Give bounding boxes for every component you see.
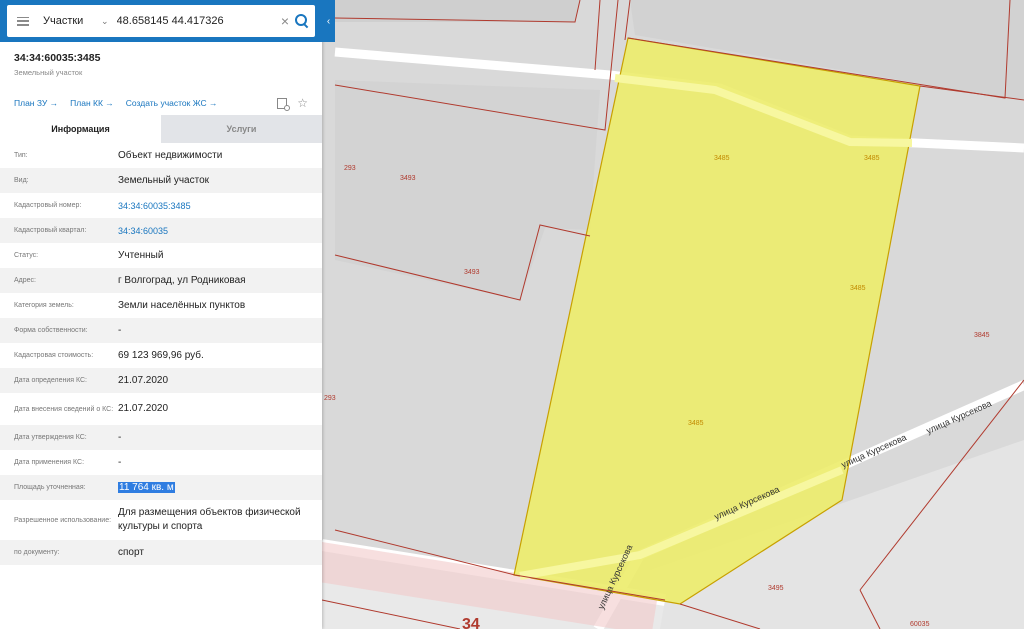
search-icon[interactable]	[295, 14, 309, 29]
row-label: Площадь уточненная:	[14, 484, 86, 491]
parcel-label: 3485	[688, 420, 704, 427]
table-row: Разрешенное использование: Для размещени…	[0, 500, 322, 540]
object-header: 34:34:60035:3485 Земельный участок	[0, 42, 322, 77]
tab-services[interactable]: Услуги	[161, 115, 322, 143]
parcel-label: 3485	[864, 155, 880, 162]
tab-info[interactable]: Информация	[0, 115, 161, 143]
collapse-panel-button[interactable]: ‹	[322, 0, 335, 42]
parcel-label: 3493	[464, 269, 480, 276]
table-row: Кадастровая стоимость: 69 123 969,96 руб…	[0, 343, 322, 368]
row-label: Дата утверждения КС:	[14, 434, 87, 441]
row-label: Кадастровый квартал:	[14, 227, 87, 234]
parcel-label: 34	[462, 616, 480, 629]
parcel-label: 293	[344, 165, 356, 172]
parcel-label: 293	[324, 395, 336, 402]
search-input[interactable]	[116, 15, 277, 27]
parcel-label: 3485	[714, 155, 730, 162]
action-links: План ЗУ → План КК → Создать участок ЖС →…	[0, 77, 322, 111]
menu-icon[interactable]	[17, 16, 29, 26]
row-value: -	[118, 456, 122, 468]
object-number: 34:34:60035:3485	[14, 52, 101, 64]
table-row: по документу: спорт	[0, 540, 322, 565]
row-label: Категория земель:	[14, 302, 74, 309]
table-row: Кадастровый номер: 34:34:60035:3485	[0, 193, 322, 218]
plan-zu-link[interactable]: План ЗУ →	[14, 98, 58, 108]
cadastral-quarter-link[interactable]: 34:34:60035	[118, 224, 310, 238]
row-label: Статус:	[14, 252, 39, 259]
row-label: Кадастровая стоимость:	[14, 352, 94, 359]
table-row: Вид: Земельный участок	[0, 168, 322, 193]
selected-text: 11 764 кв. м	[118, 481, 175, 493]
table-row: Кадастровый квартал: 34:34:60035	[0, 218, 322, 243]
info-panel: Участки ⌄ × 34:34:60035:3485 Земельный у…	[0, 0, 322, 629]
row-label: Форма собственности:	[14, 327, 88, 334]
row-value: Учтенный	[118, 249, 164, 261]
create-zs-link[interactable]: Создать участок ЖС →	[126, 98, 218, 108]
plan-kk-link[interactable]: План КК →	[70, 98, 114, 108]
table-row: Адрес: г Волгоград, ул Родниковая	[0, 268, 322, 293]
row-label: Кадастровый номер:	[14, 202, 82, 209]
clear-icon[interactable]: ×	[281, 13, 289, 29]
parcel-label: 3495	[768, 585, 784, 592]
star-icon[interactable]: ☆	[297, 97, 308, 109]
object-type: Земельный участок	[14, 68, 83, 77]
row-value: 21.07.2020	[118, 403, 169, 414]
row-label: Адрес:	[14, 277, 36, 284]
search-mode-select[interactable]: Участки	[43, 15, 101, 27]
row-value: Объект недвижимости	[118, 149, 223, 161]
row-value: 69 123 969,96 руб.	[118, 349, 204, 361]
parcel-label: 60035	[910, 621, 930, 628]
table-row: Дата внесения сведений о КС: 21.07.2020	[0, 393, 322, 425]
row-label: Дата применения КС:	[14, 459, 85, 466]
table-row: Дата применения КС: -	[0, 450, 322, 475]
search-bar: Участки ⌄ ×	[0, 0, 322, 42]
zoom-to-object-icon[interactable]	[277, 97, 291, 111]
row-value: 11 764 кв. м	[118, 481, 310, 495]
chevron-down-icon[interactable]: ⌄	[101, 16, 109, 27]
table-row: Тип: Объект недвижимости	[0, 143, 322, 168]
parcel-label: 3845	[974, 332, 990, 339]
table-row: Дата определения КС: 21.07.2020	[0, 368, 322, 393]
row-value: -	[118, 431, 122, 443]
cadastral-number-link[interactable]: 34:34:60035:3485	[118, 199, 310, 213]
table-row: Статус: Учтенный	[0, 243, 322, 268]
row-value: Земельный участок	[118, 174, 210, 186]
table-row: Категория земель: Земли населённых пункт…	[0, 293, 322, 318]
attribute-table: Тип: Объект недвижимости Вид: Земельный …	[0, 143, 322, 565]
row-label: Тип:	[14, 152, 28, 159]
table-row: Форма собственности: -	[0, 318, 322, 343]
table-row: Дата утверждения КС: -	[0, 425, 322, 450]
row-value: Земли населённых пунктов	[118, 299, 246, 311]
row-value: -	[118, 324, 122, 336]
row-value: спорт	[118, 546, 144, 558]
search-box: Участки ⌄ ×	[7, 5, 315, 37]
tabs: Информация Услуги	[0, 115, 322, 143]
row-value: 21.07.2020	[118, 374, 169, 386]
row-label: Дата определения КС:	[14, 377, 87, 384]
row-value: г Волгоград, ул Родниковая	[118, 274, 246, 286]
parcel-label: 3485	[850, 285, 866, 292]
row-value: Для размещения объектов физической культ…	[118, 507, 301, 532]
table-row: Площадь уточненная: 11 764 кв. м	[0, 475, 322, 500]
row-label: Разрешенное использование:	[14, 516, 112, 524]
row-label: Вид:	[14, 177, 29, 184]
parcel-label: 3493	[400, 175, 416, 182]
row-label: Дата внесения сведений о КС:	[14, 405, 114, 413]
row-label: по документу:	[14, 549, 60, 556]
